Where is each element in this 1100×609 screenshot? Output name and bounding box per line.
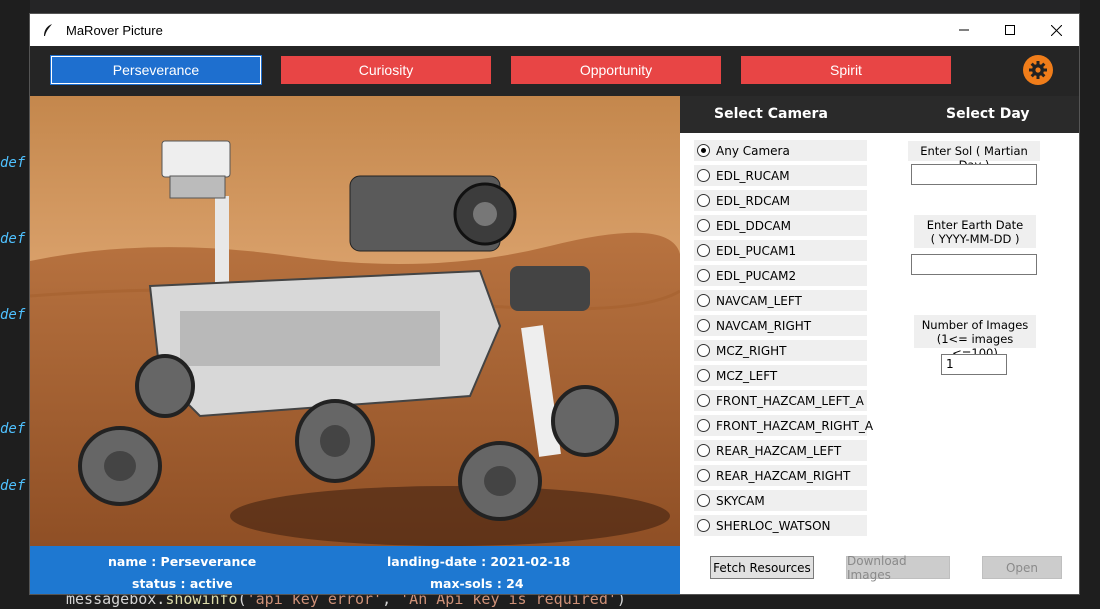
code-keyword-def: def	[0, 478, 26, 494]
radio-button[interactable]	[697, 144, 710, 157]
camera-option-label: SKYCAM	[716, 493, 765, 508]
camera-option[interactable]: SKYCAM	[694, 490, 867, 511]
rover-image	[30, 96, 680, 546]
radio-button[interactable]	[697, 369, 710, 382]
camera-option[interactable]: EDL_PUCAM1	[694, 240, 867, 261]
num-images-label: Number of Images (1<= images <=100)	[914, 315, 1036, 360]
camera-option[interactable]: FRONT_HAZCAM_RIGHT_A	[694, 415, 873, 436]
camera-option-label: REAR_HAZCAM_LEFT	[716, 443, 842, 458]
editor-tab-strip	[30, 0, 1080, 14]
camera-option[interactable]: MCZ_LEFT	[694, 365, 867, 386]
minimize-icon	[959, 29, 969, 31]
camera-option[interactable]: MCZ_RIGHT	[694, 340, 867, 361]
camera-option-label: REAR_HAZCAM_RIGHT	[716, 468, 851, 483]
gear-icon	[1029, 61, 1047, 79]
sol-input[interactable]	[911, 164, 1037, 185]
earth-date-input[interactable]	[911, 254, 1037, 275]
camera-option[interactable]: REAR_HAZCAM_LEFT	[694, 440, 867, 461]
camera-option[interactable]: REAR_HAZCAM_RIGHT	[694, 465, 867, 486]
num-images-input[interactable]: 1	[941, 354, 1007, 375]
rover-info-bar: name : Perseverance landing-date : 2021-…	[30, 546, 680, 594]
radio-button[interactable]	[697, 169, 710, 182]
earth-date-label: Enter Earth Date ( YYYY-MM-DD )	[914, 215, 1036, 248]
title-bar[interactable]: MaRover Picture	[30, 14, 1079, 46]
camera-option[interactable]: EDL_RDCAM	[694, 190, 867, 211]
download-images-button[interactable]: Download Images	[846, 554, 950, 582]
landing-date: landing-date : 2021-02-18	[387, 554, 571, 569]
radio-button[interactable]	[697, 244, 710, 257]
camera-option[interactable]: Any Camera	[694, 140, 867, 161]
radio-button[interactable]	[697, 294, 710, 307]
radio-button[interactable]	[697, 469, 710, 482]
radio-button[interactable]	[697, 494, 710, 507]
radio-button[interactable]	[697, 319, 710, 332]
app-window: MaRover Picture Perseverance Curiosity O…	[29, 13, 1080, 595]
tab-curiosity[interactable]: Curiosity	[281, 56, 491, 84]
radio-button[interactable]	[697, 394, 710, 407]
maximize-button[interactable]	[987, 14, 1033, 46]
camera-option[interactable]: NAVCAM_RIGHT	[694, 315, 867, 336]
rover-name: name : Perseverance	[108, 554, 257, 569]
maximize-icon	[1005, 25, 1015, 35]
camera-option-label: MCZ_LEFT	[716, 368, 778, 383]
close-icon	[1050, 24, 1062, 36]
camera-option[interactable]: EDL_RUCAM	[694, 165, 867, 186]
select-camera-heading: Select Camera	[714, 106, 828, 122]
open-button[interactable]: Open	[982, 556, 1062, 579]
rover-status: status : active	[132, 576, 233, 591]
camera-option-label: SHERLOC_WATSON	[716, 518, 831, 533]
camera-option[interactable]: NAVCAM_LEFT	[694, 290, 867, 311]
options-panel: Select Camera Select Day Any Camera EDL_R…	[680, 96, 1079, 594]
camera-option[interactable]: EDL_DDCAM	[694, 215, 867, 236]
radio-button[interactable]	[697, 219, 710, 232]
code-keyword-def: def	[0, 231, 26, 247]
camera-option-label: NAVCAM_LEFT	[716, 293, 802, 308]
camera-option[interactable]: FRONT_HAZCAM_LEFT_A	[694, 390, 867, 411]
camera-option-label: EDL_RUCAM	[716, 168, 790, 183]
camera-option-label: FRONT_HAZCAM_RIGHT_A	[716, 418, 874, 433]
close-button[interactable]	[1033, 14, 1079, 46]
minimize-button[interactable]	[941, 14, 987, 46]
max-sols: max-sols : 24	[430, 576, 524, 591]
radio-button[interactable]	[697, 269, 710, 282]
window-title: MaRover Picture	[66, 22, 163, 38]
fetch-resources-button[interactable]: Fetch Resources	[710, 556, 814, 579]
radio-button[interactable]	[697, 194, 710, 207]
rover-tabs-bar: Perseverance Curiosity Opportunity Spiri…	[30, 46, 1079, 96]
radio-button[interactable]	[697, 419, 710, 432]
settings-button[interactable]	[1023, 55, 1053, 85]
radio-button[interactable]	[697, 444, 710, 457]
camera-option-label: Any Camera	[716, 143, 790, 158]
code-keyword-def: def	[0, 155, 26, 171]
radio-button[interactable]	[697, 344, 710, 357]
camera-option[interactable]: EDL_PUCAM2	[694, 265, 867, 286]
camera-option-label: EDL_RDCAM	[716, 193, 791, 208]
camera-option-label: NAVCAM_RIGHT	[716, 318, 812, 333]
select-day-heading: Select Day	[946, 106, 1030, 122]
camera-option[interactable]: SHERLOC_WATSON	[694, 515, 867, 536]
tab-spirit[interactable]: Spirit	[741, 56, 951, 84]
tab-perseverance[interactable]: Perseverance	[50, 55, 262, 85]
camera-option-label: MCZ_RIGHT	[716, 343, 787, 358]
camera-option-label: FRONT_HAZCAM_LEFT_A	[716, 393, 864, 408]
feather-icon	[40, 22, 56, 38]
camera-option-label: EDL_PUCAM1	[716, 243, 797, 258]
radio-button[interactable]	[697, 519, 710, 532]
code-keyword-def: def	[0, 421, 26, 437]
panel-header: Select Camera Select Day	[680, 96, 1079, 133]
sol-label: Enter Sol ( Martian Day )	[908, 141, 1040, 172]
camera-option-label: EDL_PUCAM2	[716, 268, 797, 283]
tab-opportunity[interactable]: Opportunity	[511, 56, 721, 84]
camera-option-label: EDL_DDCAM	[716, 218, 791, 233]
code-keyword-def: def	[0, 307, 26, 323]
